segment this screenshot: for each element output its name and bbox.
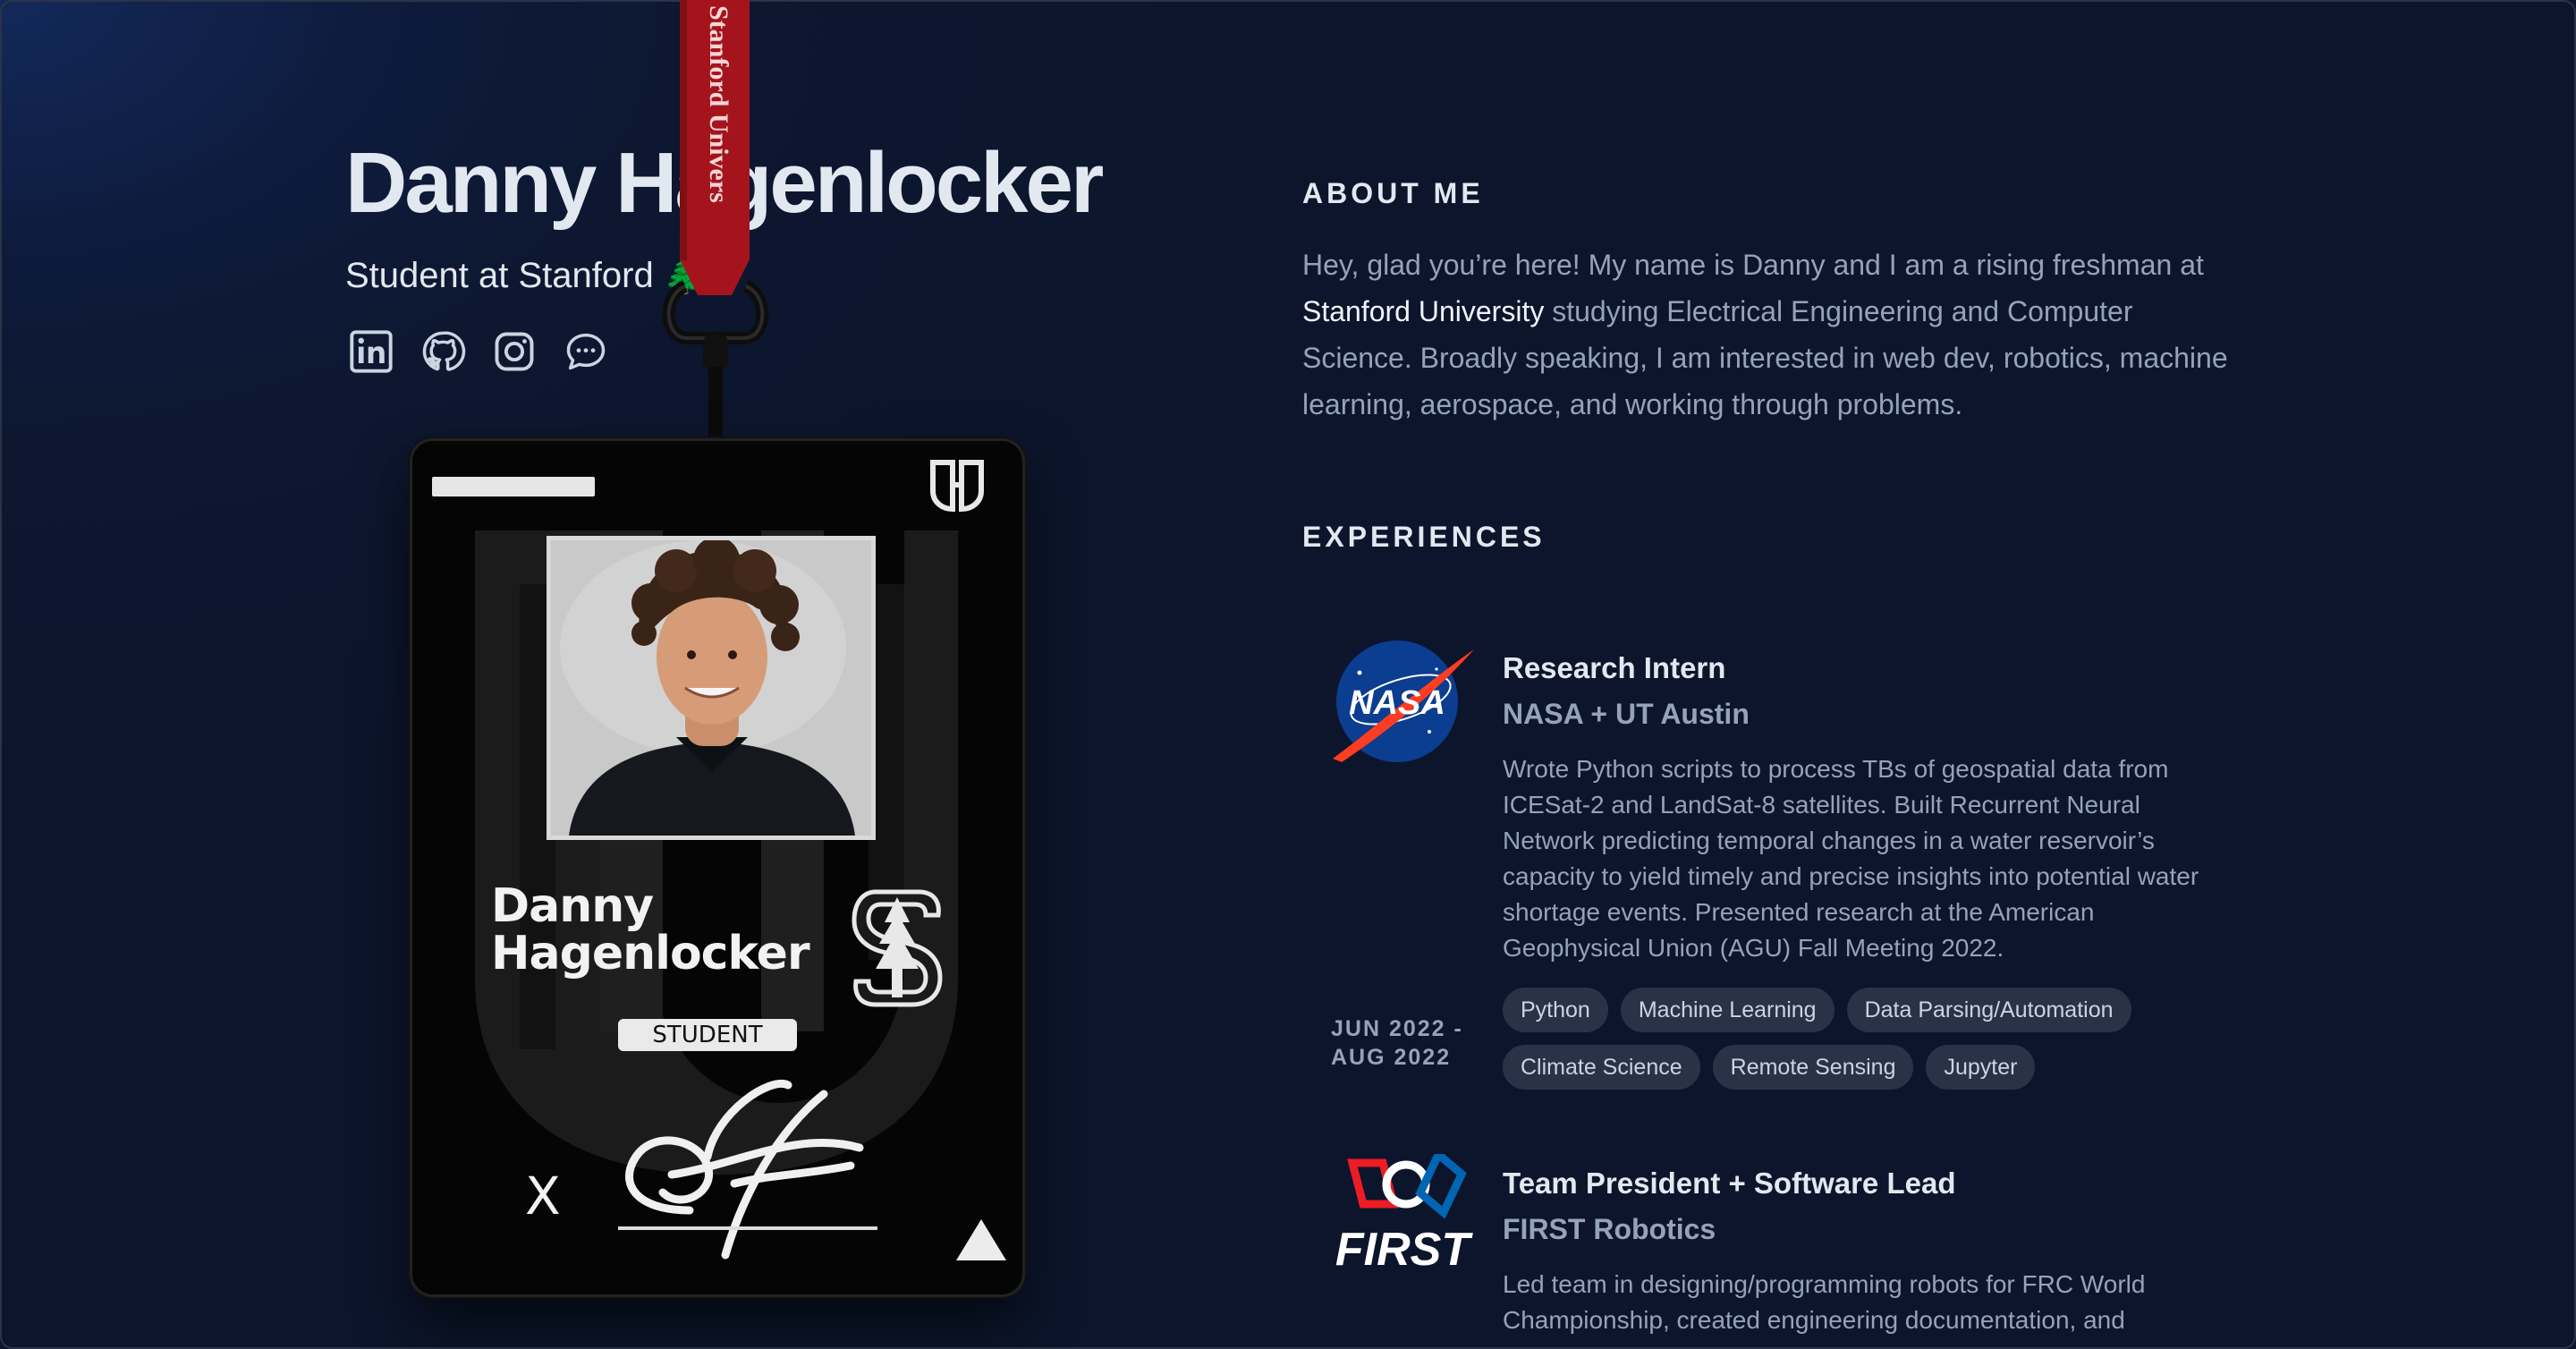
about-text: Hey, glad you’re here! My name is Danny …: [1302, 242, 2250, 428]
about-heading: ABOUT ME: [1302, 177, 1484, 209]
experience-tags: Python Machine Learning Data Parsing/Aut…: [1503, 988, 2218, 1090]
card-last-name: Hagenlocker: [491, 927, 810, 980]
tag: Climate Science: [1503, 1045, 1700, 1090]
profile-photo: [547, 536, 876, 840]
experience-date: JUN 2022 - AUG 2022: [1331, 1014, 1463, 1072]
linkedin-icon: [350, 330, 393, 373]
first-logo-text: FIRST: [1335, 1224, 1473, 1272]
tag: Data Parsing/Automation: [1846, 988, 2131, 1032]
card-bar: [432, 477, 595, 496]
tag: Python: [1503, 988, 1608, 1032]
experience-title[interactable]: Research Intern: [1503, 651, 1725, 685]
stanford-tree-icon: [852, 889, 943, 1007]
triangle-mark-icon: [956, 1219, 1006, 1260]
experience-org: NASA + UT Austin: [1503, 698, 1750, 730]
signature: [618, 1080, 877, 1260]
dh-logo-icon: [930, 460, 984, 513]
tag: Jupyter: [1926, 1045, 2036, 1090]
role-label: STUDENT: [618, 1019, 797, 1051]
experience-description: Led team in designing/programming robots…: [1503, 1270, 2146, 1334]
instagram-icon: [495, 332, 534, 371]
social-links: [345, 326, 612, 378]
id-badge-card[interactable]: Danny Hagenlocker STUDENT X: [410, 438, 1025, 1297]
tag: Machine Learning: [1620, 988, 1835, 1032]
nasa-logo-text: NASA: [1349, 684, 1445, 722]
tag: Remote Sensing: [1712, 1045, 1914, 1090]
date-start: JUN 2022 -: [1331, 1016, 1463, 1041]
lanyard-text: Stanford University: [704, 5, 733, 202]
linkedin-link[interactable]: [345, 326, 397, 378]
experiences-heading: EXPERIENCES: [1302, 521, 1546, 553]
nasa-logo-icon: NASA: [1333, 641, 1474, 762]
message-link[interactable]: [560, 326, 612, 378]
date-end: AUG 2022: [1331, 1045, 1452, 1070]
stanford-link[interactable]: Stanford University: [1302, 295, 1544, 327]
first-robotics-logo-icon: FIRST: [1335, 1154, 1473, 1272]
about-text-intro: Hey, glad you’re here! My name is Danny …: [1302, 249, 2204, 281]
github-link[interactable]: [417, 326, 469, 378]
instagram-link[interactable]: [488, 326, 540, 378]
github-icon: [422, 331, 466, 371]
message-icon: [566, 333, 606, 370]
signature-x-mark: X: [525, 1166, 561, 1226]
experience-org: FIRST Robotics: [1503, 1213, 1716, 1245]
experience-description: Wrote Python scripts to process TBs of g…: [1503, 755, 2199, 962]
card-first-name: Danny: [491, 879, 654, 933]
experience-title[interactable]: Team President + Software Lead: [1503, 1167, 1955, 1201]
subtitle-text: Student at Stanford: [345, 256, 654, 295]
profile-photo-image: [551, 540, 871, 836]
